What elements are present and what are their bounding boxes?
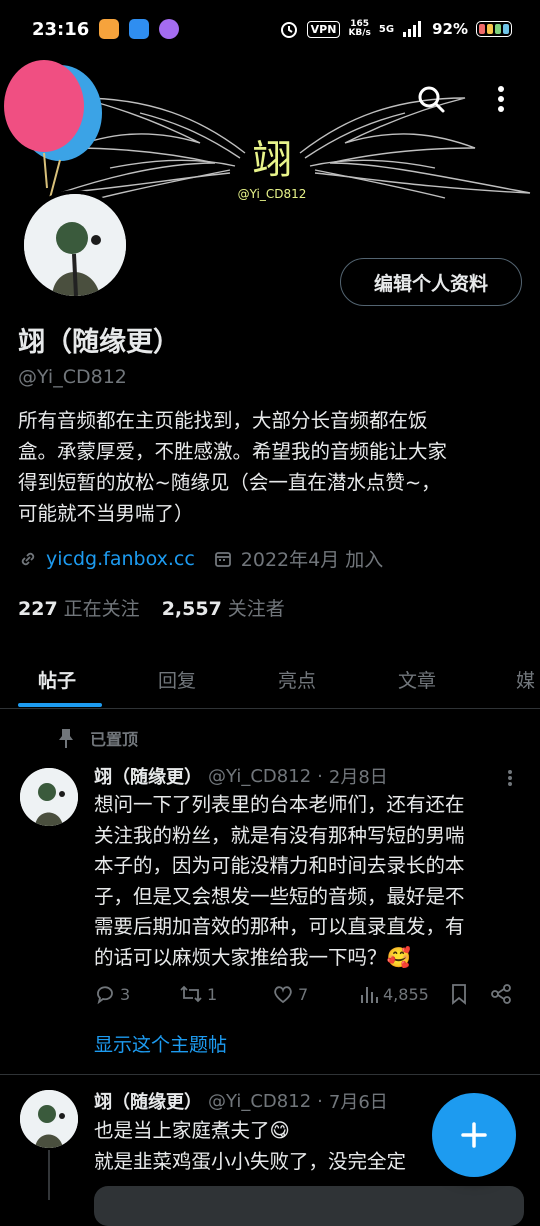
retweet-icon — [180, 985, 202, 1003]
vpn-badge: VPN — [306, 20, 341, 38]
tab-articles[interactable]: 文章 — [398, 650, 436, 708]
tweet-more-button[interactable] — [500, 768, 520, 788]
tweet-header: 翊（随缘更） @Yi_CD812 · 2月8日 — [94, 765, 388, 789]
heart-icon — [274, 986, 292, 1004]
share-icon — [491, 984, 511, 1004]
calendar-icon — [214, 551, 231, 567]
tab-replies[interactable]: 回复 — [158, 650, 196, 708]
tab-media[interactable]: 媒 — [516, 650, 535, 708]
avatar-illustration — [20, 768, 78, 826]
network-speed: 165 KB/s — [348, 19, 371, 38]
profile-meta: yicdg.fanbox.cc 2022年4月 加入 — [18, 545, 383, 572]
notification-app-icon — [129, 19, 150, 39]
like-button[interactable]: 7 — [272, 983, 308, 1005]
svg-text:翊: 翊 — [252, 137, 292, 183]
quoted-media[interactable] — [94, 1186, 524, 1226]
more-options-button[interactable] — [480, 78, 522, 120]
tweet-text[interactable]: 想问一下了列表里的台本老师们，还有还在 关注我的粉丝，就是有没有那种写短的男喘 … — [94, 790, 526, 973]
search-button[interactable] — [410, 78, 452, 120]
retweet-button[interactable]: 1 — [179, 983, 217, 1005]
user-handle: @Yi_CD812 — [18, 366, 127, 388]
compose-button[interactable] — [432, 1093, 516, 1177]
battery-percent: 92% — [432, 20, 468, 38]
svg-text:@Yi_CD812: @Yi_CD812 — [238, 187, 307, 201]
edit-profile-button[interactable]: 编辑个人资料 — [340, 258, 522, 306]
tweet-actions: 3 1 7 4,855 — [94, 983, 519, 1009]
clock: 23:16 — [32, 18, 90, 40]
reply-button[interactable]: 3 — [94, 983, 130, 1005]
share-button[interactable] — [490, 983, 512, 1005]
thread-connector — [48, 1150, 50, 1200]
bookmark-button[interactable] — [450, 983, 468, 1005]
avatar-illustration — [24, 194, 126, 296]
joined-date: 2022年4月 加入 — [240, 549, 384, 571]
views-icon — [361, 987, 378, 1003]
pin-icon — [59, 729, 73, 748]
display-name: 翊（随缘更） — [18, 327, 180, 358]
tweet-header: 翊（随缘更） @Yi_CD812 · 7月6日 — [94, 1090, 388, 1114]
status-bar: 23:16 VPN 165 KB/s 5G 92% — [0, 0, 540, 58]
search-icon — [418, 86, 445, 113]
plus-icon — [461, 1122, 487, 1148]
profile-avatar[interactable] — [20, 190, 130, 300]
tab-posts[interactable]: 帖子 — [38, 650, 76, 708]
battery-icon — [476, 21, 512, 37]
website-link[interactable]: yicdg.fanbox.cc — [46, 548, 195, 570]
tweet-avatar[interactable] — [20, 1090, 78, 1148]
tab-highlights[interactable]: 亮点 — [278, 650, 316, 708]
avatar-illustration — [20, 1090, 78, 1148]
profile-tabs: 帖子 回复 亮点 文章 媒 — [0, 650, 540, 709]
views-button[interactable]: 4,855 — [359, 983, 429, 1005]
followers-link[interactable]: 2,557 关注者 — [162, 594, 285, 621]
link-icon — [21, 552, 35, 565]
more-vertical-icon — [508, 770, 512, 786]
following-link[interactable]: 227 正在关注 — [18, 594, 140, 621]
notification-app-icon — [99, 19, 120, 39]
follow-stats: 227 正在关注 2,557 关注者 — [18, 594, 285, 621]
more-vertical-icon — [498, 86, 504, 112]
signal-icon — [403, 21, 422, 37]
reply-icon — [97, 986, 113, 1005]
network-type: 5G — [378, 23, 395, 35]
pinned-label: 已置顶 — [56, 726, 138, 750]
notification-app-icon — [159, 19, 180, 39]
bookmark-icon — [452, 984, 466, 1005]
alarm-icon — [280, 22, 297, 38]
tweet-divider — [0, 1074, 540, 1075]
tweet-avatar[interactable] — [20, 768, 78, 826]
active-tab-indicator — [18, 703, 102, 707]
show-thread-link[interactable]: 显示这个主题帖 — [94, 1030, 227, 1057]
profile-bio: 所有音频都在主页能找到，大部分长音频都在饭 盒。承蒙厚爱，不胜感激。希望我的音频… — [18, 409, 448, 525]
